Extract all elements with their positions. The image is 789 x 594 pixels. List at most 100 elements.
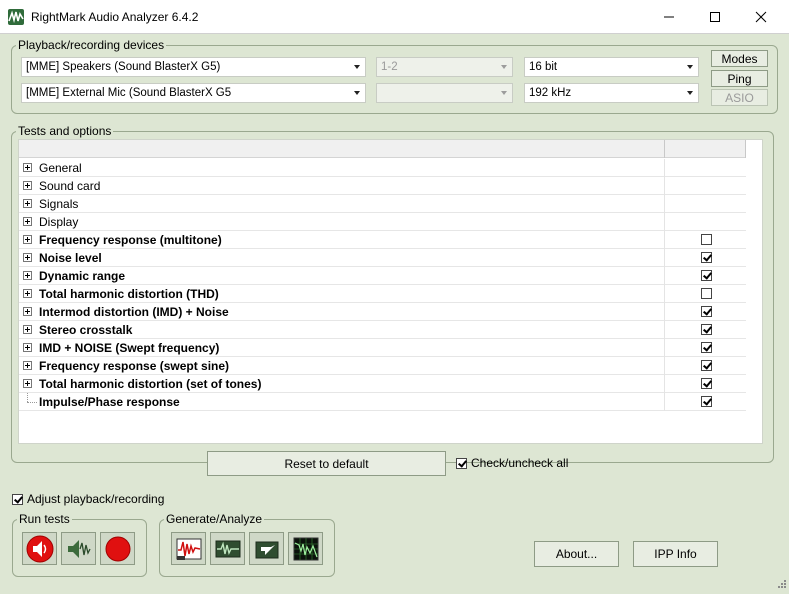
spectrum-grid-icon: [293, 537, 318, 560]
app-logo-icon: [8, 9, 24, 25]
tree-row[interactable]: Noise level: [19, 249, 746, 267]
window-title: RightMark Audio Analyzer 6.4.2: [31, 10, 199, 24]
adjust-playback-label: Adjust playback/recording: [27, 492, 165, 506]
adjust-playback-checkbox[interactable]: [12, 493, 23, 505]
chevron-down-icon: [687, 65, 693, 69]
tree-row[interactable]: Display: [19, 213, 746, 231]
expand-plus-icon[interactable]: [23, 307, 32, 316]
ping-button[interactable]: Ping: [711, 70, 768, 87]
tree-connector: [27, 402, 37, 403]
maximize-button[interactable]: [692, 0, 738, 34]
test-enable-checkbox[interactable]: [701, 270, 712, 281]
spectrum-view-button[interactable]: [288, 532, 323, 565]
test-enable-checkbox[interactable]: [701, 360, 712, 371]
expand-plus-icon[interactable]: [23, 289, 32, 298]
check-all-checkbox[interactable]: [456, 457, 467, 469]
test-enable-checkbox[interactable]: [701, 288, 712, 299]
column-divider: [664, 267, 665, 285]
reset-default-button[interactable]: Reset to default: [207, 451, 446, 476]
tree-row-label: Display: [39, 215, 79, 229]
tree-row-label: Intermod distortion (IMD) + Noise: [39, 305, 229, 319]
modes-button[interactable]: Modes: [711, 50, 768, 67]
open-file-button[interactable]: [249, 532, 284, 565]
tree-row[interactable]: Dynamic range: [19, 267, 746, 285]
chevron-down-icon: [354, 65, 360, 69]
header-divider[interactable]: [745, 140, 746, 158]
ipp-info-button[interactable]: IPP Info: [633, 541, 718, 567]
playback-device-value: [MME] Speakers (Sound BlasterX G5): [26, 61, 221, 73]
bit-depth-select[interactable]: 16 bit: [524, 57, 699, 77]
minimize-button[interactable]: [646, 0, 692, 34]
tree-row-label: IMD + NOISE (Swept frequency): [39, 341, 220, 355]
run-playback-test-button[interactable]: [22, 532, 57, 565]
tree-row[interactable]: IMD + NOISE (Swept frequency): [19, 339, 746, 357]
tree-row[interactable]: General: [19, 159, 746, 177]
test-enable-checkbox[interactable]: [701, 234, 712, 245]
bit-depth-value: 16 bit: [529, 61, 558, 73]
column-divider: [664, 321, 665, 339]
tree-row-label: Signals: [39, 197, 79, 211]
tree-row[interactable]: Signals: [19, 195, 746, 213]
test-enable-checkbox[interactable]: [701, 324, 712, 335]
expand-plus-icon[interactable]: [23, 253, 32, 262]
recording-device-select[interactable]: [MME] External Mic (Sound BlasterX G5: [21, 83, 366, 103]
tree-row[interactable]: Frequency response (multitone): [19, 231, 746, 249]
tree-row[interactable]: Intermod distortion (IMD) + Noise: [19, 303, 746, 321]
column-divider: [664, 195, 665, 213]
analyze-signal-button[interactable]: [210, 532, 245, 565]
test-enable-checkbox[interactable]: [701, 396, 712, 407]
tree-row-label: Total harmonic distortion (set of tones): [39, 377, 262, 391]
expand-plus-icon[interactable]: [23, 181, 32, 190]
test-enable-checkbox[interactable]: [701, 306, 712, 317]
run-loopback-test-button[interactable]: [61, 532, 96, 565]
tree-row[interactable]: Total harmonic distortion (THD): [19, 285, 746, 303]
tree-row[interactable]: Frequency response (swept sine): [19, 357, 746, 375]
tree-row-label: Frequency response (multitone): [39, 233, 222, 247]
test-enable-checkbox[interactable]: [701, 378, 712, 389]
record-button[interactable]: [100, 532, 135, 565]
tree-row-label: Noise level: [39, 251, 102, 265]
close-button[interactable]: [738, 0, 784, 34]
check-all-toggle[interactable]: Check/uncheck all: [456, 456, 568, 470]
run-tests-legend: Run tests: [19, 512, 70, 526]
column-divider: [664, 303, 665, 321]
expand-plus-icon[interactable]: [23, 199, 32, 208]
playback-channels-select[interactable]: 1-2: [376, 57, 513, 77]
playback-device-select[interactable]: [MME] Speakers (Sound BlasterX G5): [21, 57, 366, 77]
speaker-wave-icon: [67, 539, 91, 558]
test-enable-checkbox[interactable]: [701, 252, 712, 263]
expand-plus-icon[interactable]: [23, 271, 32, 280]
expand-plus-icon[interactable]: [23, 217, 32, 226]
chevron-down-icon: [501, 65, 507, 69]
adjust-playback-toggle[interactable]: Adjust playback/recording: [12, 492, 164, 506]
expand-plus-icon[interactable]: [23, 163, 32, 172]
tree-row[interactable]: Impulse/Phase response: [19, 393, 746, 411]
recording-channels-select[interactable]: [376, 83, 513, 103]
check-all-label: Check/uncheck all: [471, 456, 569, 470]
tree-row[interactable]: Sound card: [19, 177, 746, 195]
tree-row[interactable]: Total harmonic distortion (set of tones): [19, 375, 746, 393]
resize-grip-icon[interactable]: [775, 579, 787, 591]
test-enable-checkbox[interactable]: [701, 342, 712, 353]
column-divider: [664, 375, 665, 393]
generate-signal-button[interactable]: [171, 532, 206, 565]
column-divider: [664, 177, 665, 195]
expand-plus-icon[interactable]: [23, 343, 32, 352]
devices-legend: Playback/recording devices: [18, 38, 165, 52]
asio-button[interactable]: ASIO: [711, 89, 768, 106]
tests-tree[interactable]: General Sound card Signals Display Frequency…: [18, 139, 763, 444]
expand-plus-icon[interactable]: [23, 361, 32, 370]
expand-plus-icon[interactable]: [23, 235, 32, 244]
record-icon: [105, 536, 130, 561]
about-button[interactable]: About...: [534, 541, 619, 567]
expand-plus-icon[interactable]: [23, 325, 32, 334]
column-divider: [664, 285, 665, 303]
expand-plus-icon[interactable]: [23, 379, 32, 388]
tree-header: [19, 140, 746, 158]
header-divider[interactable]: [664, 140, 665, 158]
sample-rate-select[interactable]: 192 kHz: [524, 83, 699, 103]
generate-analyze-legend: Generate/Analyze: [166, 512, 263, 526]
tree-row-label: Stereo crosstalk: [39, 323, 133, 337]
tree-row[interactable]: Stereo crosstalk: [19, 321, 746, 339]
generate-waveform-icon: [176, 538, 201, 560]
